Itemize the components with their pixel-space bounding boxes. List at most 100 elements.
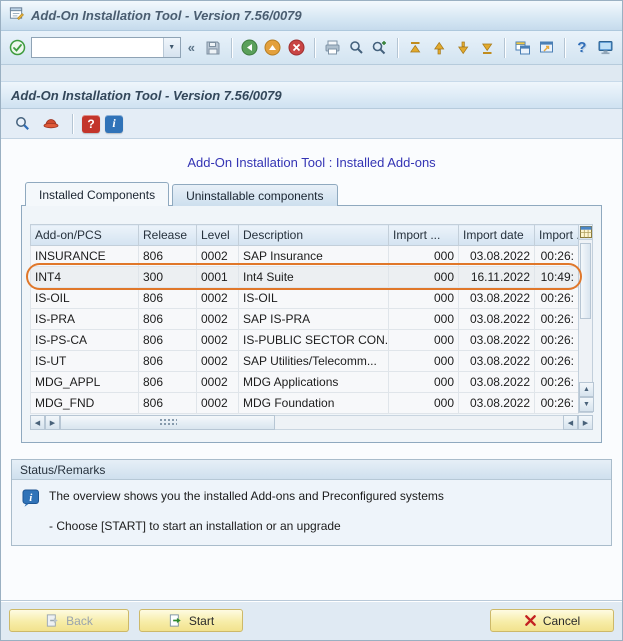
- page-up-icon[interactable]: [429, 37, 450, 59]
- print-icon[interactable]: [322, 37, 343, 59]
- back-button[interactable]: Back: [9, 609, 129, 632]
- table-cell[interactable]: 000: [389, 309, 459, 330]
- table-cell[interactable]: 806: [139, 372, 197, 393]
- table-cell[interactable]: IS-PS-CA: [31, 330, 139, 351]
- start-button[interactable]: Start: [139, 609, 243, 632]
- vertical-scrollbar[interactable]: ▲ ▼: [578, 224, 593, 413]
- table-cell[interactable]: 000: [389, 267, 459, 288]
- table-cell[interactable]: IS-PUBLIC SECTOR CON...: [239, 330, 389, 351]
- page-down-icon[interactable]: [453, 37, 474, 59]
- tab-installed-components[interactable]: Installed Components: [25, 182, 169, 206]
- table-cell[interactable]: SAP Insurance: [239, 246, 389, 267]
- tab-uninstallable-components[interactable]: Uninstallable components: [172, 184, 337, 206]
- customize-layout-icon[interactable]: [595, 37, 616, 59]
- table-row[interactable]: INT43000001Int4 Suite00016.11.202210:49:: [31, 267, 579, 288]
- table-cell[interactable]: 00:26:: [535, 330, 579, 351]
- table-cell[interactable]: MDG_FND: [31, 393, 139, 414]
- table-cell[interactable]: 0002: [197, 393, 239, 414]
- scroll-right-icon[interactable]: ▶: [45, 415, 60, 430]
- scroll-down-icon[interactable]: ▼: [579, 397, 594, 412]
- create-shortcut-icon[interactable]: [536, 37, 557, 59]
- column-header[interactable]: Description: [239, 225, 389, 246]
- column-header[interactable]: Release: [139, 225, 197, 246]
- scroll-left-right-pane-icon[interactable]: ◀: [563, 415, 578, 430]
- table-cell[interactable]: 000: [389, 330, 459, 351]
- table-cell[interactable]: 0002: [197, 372, 239, 393]
- scroll-right-right-pane-icon[interactable]: ▶: [578, 415, 593, 430]
- horizontal-scroll-thumb[interactable]: [60, 415, 275, 430]
- table-cell[interactable]: 0002: [197, 330, 239, 351]
- table-cell[interactable]: 806: [139, 288, 197, 309]
- column-header[interactable]: Import .: [535, 225, 579, 246]
- table-cell[interactable]: MDG Foundation: [239, 393, 389, 414]
- table-cell[interactable]: 000: [389, 351, 459, 372]
- command-input[interactable]: [32, 38, 163, 57]
- table-cell[interactable]: 000: [389, 246, 459, 267]
- last-page-icon[interactable]: [476, 37, 497, 59]
- table-cell[interactable]: 0002: [197, 288, 239, 309]
- table-cell[interactable]: 0002: [197, 309, 239, 330]
- info-button[interactable]: i: [105, 115, 123, 133]
- scroll-up-icon[interactable]: ▲: [579, 382, 594, 397]
- table-cell[interactable]: 806: [139, 246, 197, 267]
- new-session-icon[interactable]: [512, 37, 533, 59]
- table-row[interactable]: INSURANCE8060002SAP Insurance00003.08.20…: [31, 246, 579, 267]
- table-cell[interactable]: 000: [389, 372, 459, 393]
- table-cell[interactable]: 000: [389, 393, 459, 414]
- column-header[interactable]: Import ...: [389, 225, 459, 246]
- table-cell[interactable]: 00:26:: [535, 372, 579, 393]
- table-cell[interactable]: Int4 Suite: [239, 267, 389, 288]
- table-cell[interactable]: 03.08.2022: [459, 246, 535, 267]
- table-cell[interactable]: 806: [139, 330, 197, 351]
- table-row[interactable]: IS-OIL8060002IS-OIL00003.08.202200:26:: [31, 288, 579, 309]
- find-next-icon[interactable]: [369, 37, 390, 59]
- exit-icon[interactable]: [262, 37, 283, 59]
- table-cell[interactable]: INT4: [31, 267, 139, 288]
- cancel-icon[interactable]: [286, 37, 307, 59]
- vertical-scroll-track[interactable]: [579, 240, 592, 382]
- table-cell[interactable]: 10:49:: [535, 267, 579, 288]
- table-cell[interactable]: 300: [139, 267, 197, 288]
- save-icon[interactable]: [203, 37, 224, 59]
- command-dropdown-icon[interactable]: ▼: [163, 38, 180, 57]
- table-cell[interactable]: 806: [139, 309, 197, 330]
- detail-search-icon[interactable]: [10, 113, 34, 135]
- horizontal-scrollbar[interactable]: ◀ ▶ ◀ ▶: [30, 415, 593, 430]
- help-question-button[interactable]: ?: [82, 115, 100, 133]
- column-header[interactable]: Level: [197, 225, 239, 246]
- table-cell[interactable]: 806: [139, 351, 197, 372]
- vertical-scroll-thumb[interactable]: [580, 243, 591, 319]
- column-header[interactable]: Add-on/PCS: [31, 225, 139, 246]
- table-cell[interactable]: IS-UT: [31, 351, 139, 372]
- back-icon[interactable]: [239, 37, 260, 59]
- support-package-hat-icon[interactable]: [39, 113, 63, 135]
- table-cell[interactable]: 00:26:: [535, 393, 579, 414]
- table-cell[interactable]: 00:26:: [535, 288, 579, 309]
- table-cell[interactable]: IS-OIL: [31, 288, 139, 309]
- table-cell[interactable]: MDG Applications: [239, 372, 389, 393]
- help-icon[interactable]: ?: [572, 37, 593, 59]
- table-row[interactable]: MDG_APPL8060002MDG Applications00003.08.…: [31, 372, 579, 393]
- enter-button[interactable]: [7, 37, 28, 59]
- table-row[interactable]: IS-UT8060002SAP Utilities/Telecomm...000…: [31, 351, 579, 372]
- table-row[interactable]: MDG_FND8060002MDG Foundation00003.08.202…: [31, 393, 579, 414]
- table-cell[interactable]: 03.08.2022: [459, 393, 535, 414]
- command-field[interactable]: ▼: [31, 37, 181, 58]
- collapse-toolbar-icon[interactable]: «: [188, 40, 195, 55]
- table-cell[interactable]: 03.08.2022: [459, 351, 535, 372]
- table-cell[interactable]: IS-OIL: [239, 288, 389, 309]
- find-icon[interactable]: [346, 37, 367, 59]
- table-row[interactable]: IS-PS-CA8060002IS-PUBLIC SECTOR CON...00…: [31, 330, 579, 351]
- scroll-left-icon[interactable]: ◀: [30, 415, 45, 430]
- table-row[interactable]: IS-PRA8060002SAP IS-PRA00003.08.202200:2…: [31, 309, 579, 330]
- table-cell[interactable]: 0002: [197, 351, 239, 372]
- table-cell[interactable]: 806: [139, 393, 197, 414]
- table-cell[interactable]: SAP Utilities/Telecomm...: [239, 351, 389, 372]
- table-cell[interactable]: SAP IS-PRA: [239, 309, 389, 330]
- table-cell[interactable]: 03.08.2022: [459, 330, 535, 351]
- table-cell[interactable]: 03.08.2022: [459, 309, 535, 330]
- first-page-icon[interactable]: [405, 37, 426, 59]
- table-cell[interactable]: 00:26:: [535, 351, 579, 372]
- layout-config-icon[interactable]: [579, 225, 592, 240]
- horizontal-scroll-track[interactable]: [275, 415, 563, 430]
